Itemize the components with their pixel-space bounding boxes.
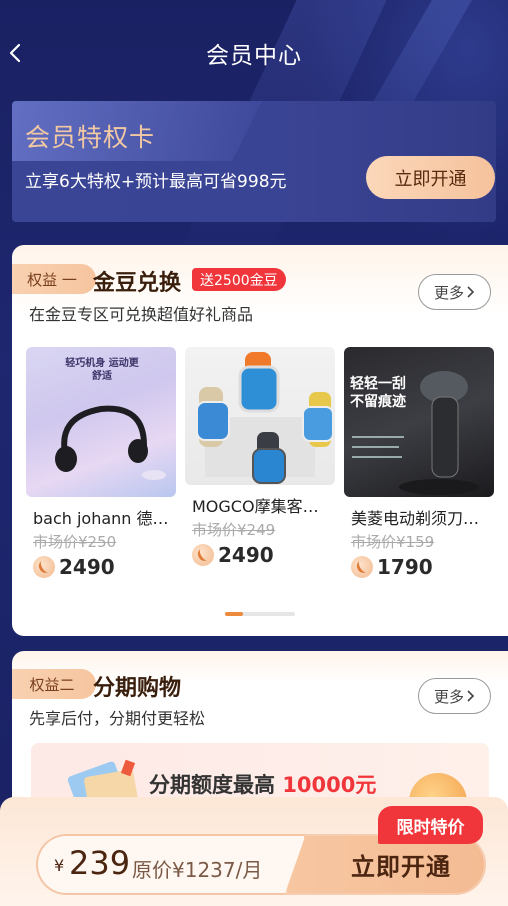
bean-amount: 2490 — [218, 543, 274, 567]
bean-price: 1790 — [344, 555, 494, 579]
limited-offer-badge: 限时特价 — [378, 806, 483, 844]
product-name: bach johann 德… — [33, 509, 169, 528]
product-card[interactable]: 轻轻一刮 不留痕迹 美菱电动剃须刀… 市场价¥159 1790 — [344, 347, 494, 579]
open-membership-button[interactable]: 立即开通 — [366, 156, 495, 199]
card-subtitle: 立享6大特权+预计最高可省998元 — [25, 172, 287, 192]
original-price: 原价¥1237/月 — [132, 858, 263, 882]
header: 会员中心 — [0, 28, 508, 78]
product-card[interactable]: 轻巧机身 运动更舒适 bach johann 德… 市场价¥250 2490 — [26, 347, 176, 579]
benefit-tag: 权益 一 — [12, 264, 96, 294]
price-value: 239 — [69, 844, 131, 882]
product-name: 美菱电动剃须刀… — [351, 509, 480, 528]
bean-price: 2490 — [26, 555, 176, 579]
benefit-tag: 权益二 — [12, 669, 96, 699]
bean-price: 2490 — [185, 543, 335, 567]
product-name: MOGCO摩集客… — [192, 497, 319, 516]
market-price: 市场价¥250 — [33, 533, 117, 551]
more-label: 更多 — [433, 687, 464, 706]
chevron-right-icon — [467, 690, 475, 702]
scrollbar-thumb[interactable] — [225, 612, 243, 616]
installment-limit-text: 分期额度最高 10000元 — [149, 773, 377, 797]
card-title: 会员特权卡 — [25, 123, 156, 152]
product-image: 轻巧机身 运动更舒适 — [26, 347, 176, 497]
more-button[interactable]: 更多 — [418, 274, 491, 310]
shaver-icon — [352, 371, 479, 495]
bean-amount: 2490 — [59, 555, 115, 579]
smartwatch-icon — [196, 352, 334, 484]
bonus-badge: 送2500金豆 — [192, 268, 286, 291]
currency-symbol: ¥ — [54, 856, 65, 875]
headphones-icon — [55, 405, 166, 480]
more-label: 更多 — [433, 283, 464, 302]
product-image — [185, 347, 335, 485]
bean-amount: 1790 — [377, 555, 433, 579]
product-card[interactable]: MOGCO摩集客… 市场价¥249 2490 — [185, 347, 335, 567]
market-price: 市场价¥249 — [192, 521, 276, 539]
section-title: 金豆兑换 — [93, 271, 182, 296]
gold-bean-icon — [192, 544, 214, 566]
gold-bean-icon — [33, 556, 55, 578]
gold-bean-icon — [351, 556, 373, 578]
page-title: 会员中心 — [206, 43, 302, 69]
chevron-right-icon — [467, 286, 475, 298]
section-title: 分期购物 — [93, 676, 182, 701]
section-description: 在金豆专区可兑换超值好礼商品 — [29, 305, 254, 324]
member-privilege-card: 会员特权卡 立享6大特权+预计最高可省998元 立即开通 — [12, 101, 496, 222]
benefit-gold-bean-section: 权益 一 金豆兑换 送2500金豆 在金豆专区可兑换超值好礼商品 更多 轻巧机身… — [12, 245, 508, 636]
market-price: 市场价¥159 — [351, 533, 435, 551]
product-image: 轻轻一刮 不留痕迹 — [344, 347, 494, 497]
section-description: 先享后付，分期付更轻松 — [29, 709, 206, 728]
more-button[interactable]: 更多 — [418, 678, 491, 714]
carousel-scrollbar[interactable] — [225, 612, 295, 616]
